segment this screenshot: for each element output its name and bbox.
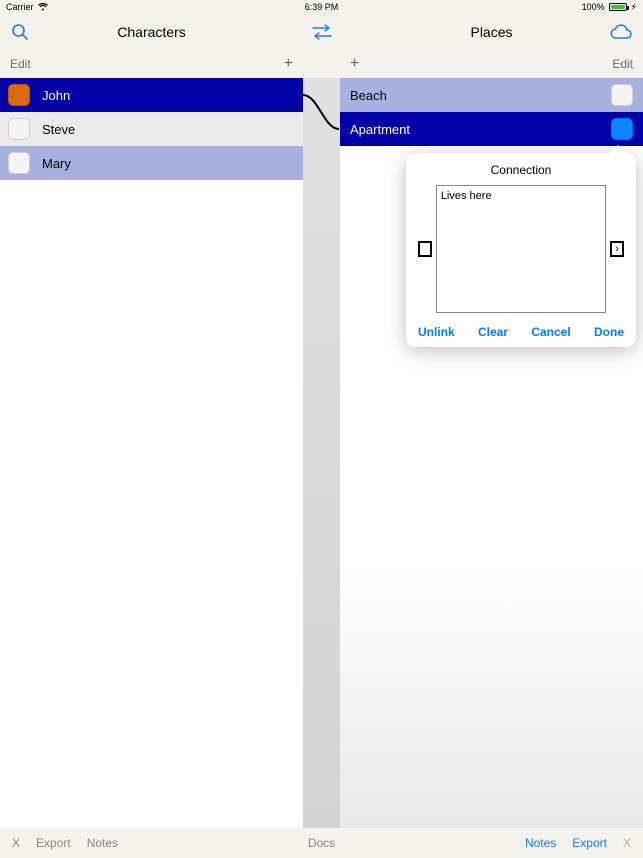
item-label: Apartment: [350, 122, 410, 137]
edit-toolbar: Edit + + Edit: [0, 50, 643, 78]
left-pane-title: Characters: [117, 24, 185, 40]
unlink-button[interactable]: Unlink: [418, 325, 455, 339]
list-item[interactable]: Steve: [0, 112, 303, 146]
list-item[interactable]: Beach: [340, 78, 643, 112]
prev-connection-button[interactable]: [418, 241, 432, 257]
list-item[interactable]: Apartment: [340, 112, 643, 146]
swap-icon[interactable]: [310, 23, 334, 41]
cancel-button[interactable]: Cancel: [531, 325, 570, 339]
right-export-button[interactable]: Export: [572, 836, 607, 850]
battery-label: 100%: [582, 2, 605, 12]
color-swatch: [8, 118, 30, 140]
right-notes-button[interactable]: Notes: [525, 836, 556, 850]
left-export-button[interactable]: Export: [36, 836, 71, 850]
right-close-button[interactable]: X: [623, 836, 631, 850]
battery-icon: [609, 3, 627, 11]
color-swatch: [611, 118, 633, 140]
color-swatch: [8, 84, 30, 106]
next-connection-button[interactable]: ›: [610, 241, 624, 257]
color-swatch: [8, 152, 30, 174]
docs-button[interactable]: Docs: [308, 836, 335, 850]
left-pane: John Steve Mary: [0, 78, 303, 828]
cloud-icon[interactable]: [609, 23, 633, 41]
item-label: Beach: [350, 88, 387, 103]
popover-title: Connection: [418, 163, 624, 177]
right-add-button[interactable]: +: [350, 55, 359, 73]
search-icon[interactable]: [10, 22, 30, 42]
status-bar: Carrier 6:39 PM 100% ⚡︎: [0, 0, 643, 14]
clock-label: 6:39 PM: [305, 2, 339, 12]
bottom-bar: X Export Notes Docs Notes Export X: [0, 828, 643, 858]
wifi-icon: [38, 3, 48, 11]
done-button[interactable]: Done: [594, 325, 624, 339]
connection-text-input[interactable]: [436, 185, 606, 313]
left-notes-button[interactable]: Notes: [87, 836, 118, 850]
charging-icon: ⚡︎: [631, 2, 637, 13]
item-label: Mary: [42, 156, 71, 171]
left-close-button[interactable]: X: [12, 836, 20, 850]
header: Characters Places: [0, 14, 643, 50]
right-pane-title: Places: [470, 24, 512, 40]
list-item[interactable]: John: [0, 78, 303, 112]
item-label: Steve: [42, 122, 75, 137]
right-edit-button[interactable]: Edit: [612, 57, 633, 71]
left-edit-button[interactable]: Edit: [10, 57, 31, 71]
list-item[interactable]: Mary: [0, 146, 303, 180]
pane-divider[interactable]: [303, 78, 340, 828]
carrier-label: Carrier: [6, 2, 34, 12]
item-label: John: [42, 88, 70, 103]
connection-popover: Connection › Unlink Clear Cancel Done: [406, 153, 636, 347]
left-add-button[interactable]: +: [284, 55, 293, 73]
color-swatch: [611, 84, 633, 106]
clear-button[interactable]: Clear: [478, 325, 508, 339]
